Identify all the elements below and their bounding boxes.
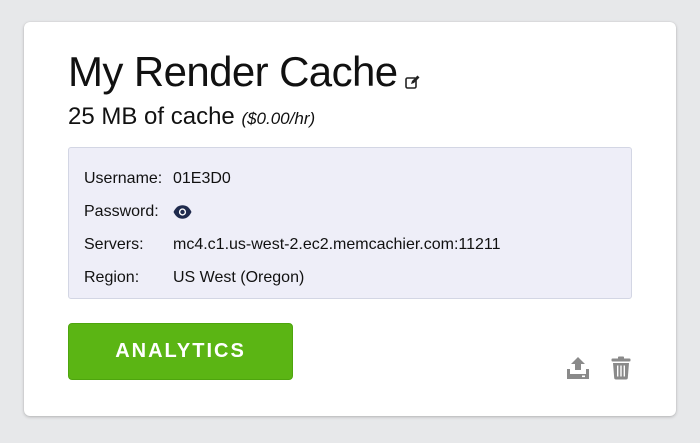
servers-value: mc4.c1.us-west-2.ec2.memcachier.com:1121… xyxy=(173,235,501,253)
trash-icon[interactable] xyxy=(609,355,633,381)
region-row: Region: US West (Oregon) xyxy=(84,261,616,294)
cache-card: My Render Cache 25 MB of cache ($0.00/hr… xyxy=(24,22,676,416)
analytics-button[interactable]: ANALYTICS xyxy=(68,323,293,380)
servers-row: Servers: mc4.c1.us-west-2.ec2.memcachier… xyxy=(84,228,616,261)
credentials-panel: Username: 01E3D0 Password: Servers: mc4.… xyxy=(68,147,632,299)
password-row: Password: xyxy=(84,195,616,228)
cache-name: My Render Cache xyxy=(68,48,398,95)
export-icon[interactable] xyxy=(566,355,590,381)
region-label: Region: xyxy=(84,268,140,286)
eye-icon[interactable] xyxy=(173,204,192,219)
cache-price: ($0.00/hr) xyxy=(241,109,316,128)
edit-icon[interactable] xyxy=(405,75,420,90)
cache-size-line: 25 MB of cache ($0.00/hr) xyxy=(68,102,315,134)
password-label: Password: xyxy=(84,202,159,220)
username-value: 01E3D0 xyxy=(173,169,231,187)
username-row: Username: 01E3D0 xyxy=(84,162,616,195)
servers-label: Servers: xyxy=(84,235,144,253)
region-value: US West (Oregon) xyxy=(173,268,305,286)
cache-size: 25 MB of cache xyxy=(68,103,235,130)
username-label: Username: xyxy=(84,169,163,187)
title-row: My Render Cache xyxy=(68,48,420,96)
